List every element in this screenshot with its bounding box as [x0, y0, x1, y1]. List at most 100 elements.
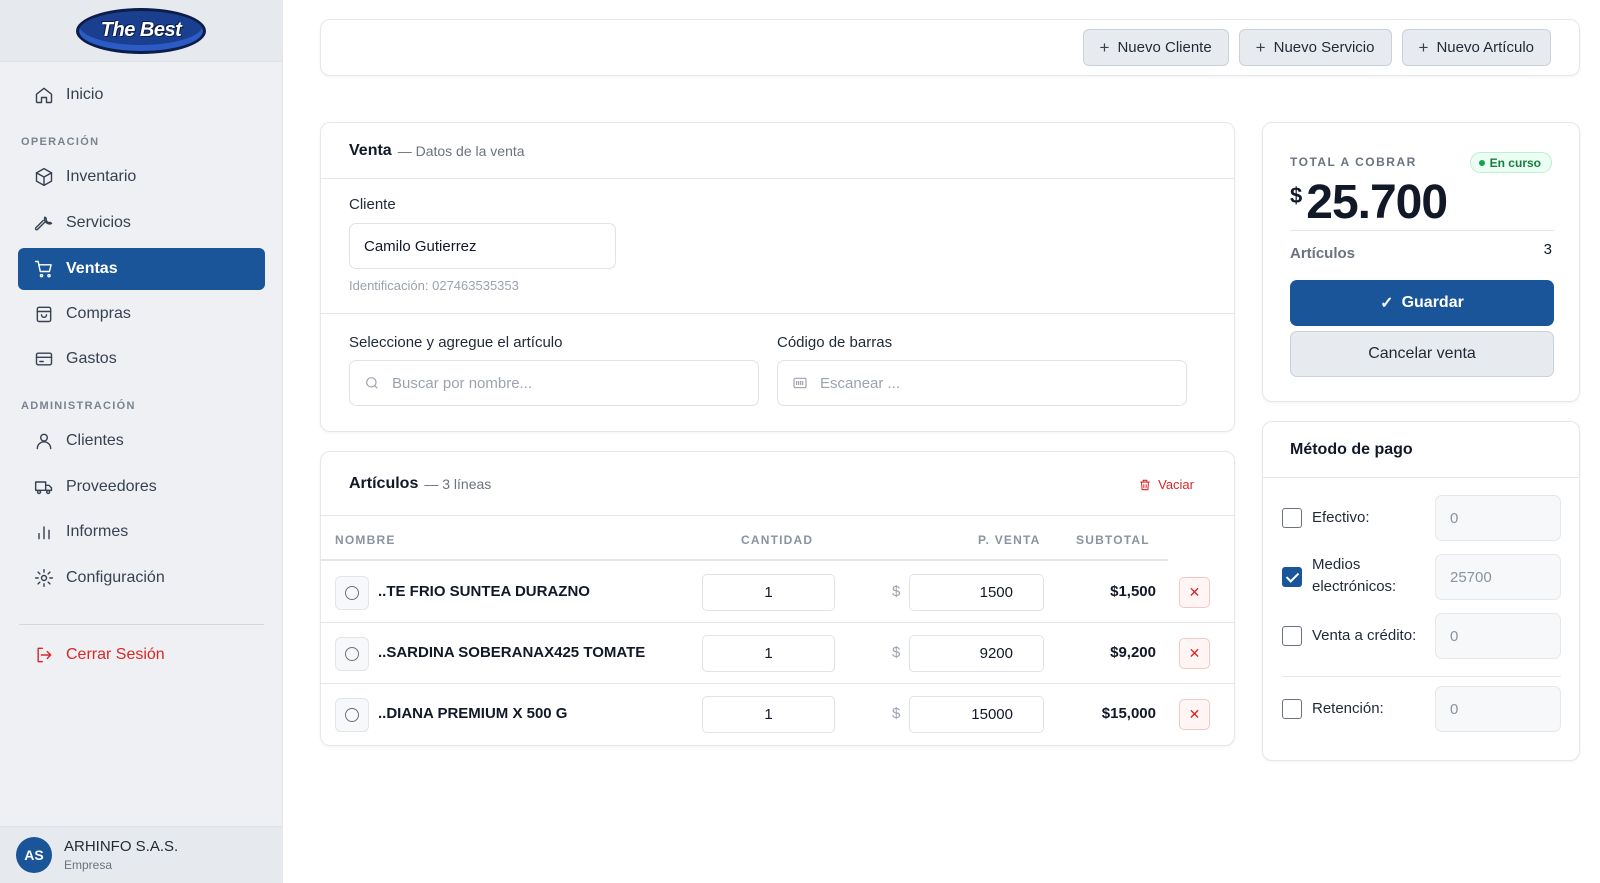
save-label: Guardar	[1401, 294, 1464, 311]
total-currency: $	[1290, 183, 1303, 208]
sidebar-footer[interactable]: AS ARHINFO S.A.S. Empresa	[0, 826, 283, 883]
sale-card-subtitle: — Datos de la venta	[397, 142, 525, 159]
sidebar-item-servicios[interactable]: Servicios	[18, 202, 265, 244]
credit-label: Venta a crédito:	[1312, 627, 1417, 644]
sidebar-item-clientes[interactable]: Clientes	[18, 420, 265, 462]
sidebar-item-label: Configuración	[66, 569, 165, 586]
sidebar-item-label: Servicios	[66, 214, 131, 231]
sidebar-item-label: Ventas	[66, 260, 118, 277]
trash-icon	[1140, 479, 1150, 490]
new-service-label: Nuevo Servicio	[1273, 39, 1375, 56]
row-quantity-input[interactable]: 1	[702, 696, 835, 733]
new-service-button[interactable]: + Nuevo Servicio	[1238, 29, 1392, 66]
electronic-checkbox[interactable]	[1282, 567, 1302, 587]
row-delete-button[interactable]: ✕	[1179, 577, 1210, 608]
close-icon: ✕	[1188, 584, 1201, 600]
client-field[interactable]: Camilo Gutierrez	[349, 223, 616, 269]
sidebar-item-proveedores[interactable]: Proveedores	[18, 466, 265, 508]
column-header-quantity: CANTIDAD	[741, 533, 814, 547]
box-icon	[35, 167, 53, 187]
total-label: TOTAL A COBRAR	[1290, 155, 1417, 169]
sidebar-item-inventario[interactable]: Inventario	[18, 156, 265, 198]
sidebar-item-inicio[interactable]: Inicio	[18, 74, 265, 116]
search-icon	[366, 377, 378, 389]
barcode-label: Código de barras	[777, 334, 893, 351]
sale-data-card: Venta — Datos de la venta Cliente Camilo…	[320, 122, 1235, 432]
row-currency-symbol: $	[892, 644, 901, 661]
sidebar-item-label: Informes	[66, 523, 129, 540]
credit-checkbox[interactable]	[1282, 626, 1302, 646]
row-price-input[interactable]: 15000	[909, 696, 1044, 733]
new-article-label: Nuevo Artículo	[1436, 39, 1534, 56]
article-search-input[interactable]: Buscar por nombre...	[349, 360, 759, 406]
payment-method-card: Método de pago Efectivo: 0 Medios electr…	[1262, 421, 1580, 761]
status-text: En curso	[1489, 155, 1541, 170]
clear-articles-button[interactable]: Vaciar	[1138, 477, 1194, 492]
sidebar-item-configuracion[interactable]: Configuración	[18, 557, 265, 599]
radio-circle-icon	[345, 708, 359, 722]
row-product-name: ..DIANA PREMIUM X 500 G	[378, 705, 568, 722]
close-icon: ✕	[1188, 645, 1201, 661]
sidebar-divider	[19, 624, 264, 625]
brand-logo-text: The Best	[100, 19, 182, 41]
row-price-input[interactable]: 9200	[909, 635, 1044, 672]
row-quantity-input[interactable]: 1	[702, 574, 835, 611]
select-article-label: Seleccione y agregue el artículo	[349, 334, 563, 351]
top-action-bar: + Nuevo Cliente + Nuevo Servicio + Nuevo…	[320, 19, 1580, 76]
row-quantity-input[interactable]: 1	[702, 635, 835, 672]
items-count-label: Artículos	[1290, 245, 1356, 262]
company-name: ARHINFO S.A.S.	[64, 838, 179, 855]
retention-amount-input[interactable]: 0	[1435, 686, 1561, 732]
articles-card-header: Artículos — 3 líneas	[321, 452, 1234, 516]
row-select-toggle[interactable]	[335, 637, 369, 671]
plus-icon: +	[1099, 37, 1110, 57]
logout-icon	[37, 647, 52, 663]
items-count-value: 3	[1543, 241, 1552, 258]
plus-icon: +	[1418, 37, 1429, 57]
status-badge: En curso	[1469, 152, 1552, 173]
section-label-administracion: ADMINISTRACIÓN	[21, 400, 136, 412]
row-select-toggle[interactable]	[335, 576, 369, 610]
new-client-button[interactable]: + Nuevo Cliente	[1082, 29, 1229, 66]
row-delete-button[interactable]: ✕	[1179, 638, 1210, 669]
company-role: Empresa	[64, 858, 113, 872]
barcode-icon	[793, 377, 807, 389]
barcode-input[interactable]: Escanear ...	[777, 360, 1187, 406]
sidebar-item-label: Proveedores	[66, 478, 157, 495]
sidebar-item-ventas[interactable]: Ventas	[18, 248, 265, 290]
status-dot-icon	[1478, 159, 1485, 166]
column-header-price: P. VENTA	[978, 533, 1041, 547]
column-header-name: NOMBRE	[335, 533, 396, 547]
total-card: TOTAL A COBRAR En curso $ 25.700 Artícul…	[1262, 122, 1580, 402]
sidebar-item-logout[interactable]: Cerrar Sesión	[18, 634, 265, 676]
row-subtotal: $9,200	[1110, 644, 1156, 661]
brand-logo[interactable]: The Best	[76, 7, 206, 54]
electronic-amount-input[interactable]: 25700	[1435, 554, 1561, 600]
section-label-operacion: OPERACIÓN	[21, 136, 100, 148]
sidebar-item-informes[interactable]: Informes	[18, 511, 265, 553]
sidebar: The Best Inicio OPERACIÓN Inventario Ser…	[0, 0, 283, 883]
cancel-sale-button[interactable]: Cancelar venta	[1290, 331, 1554, 377]
sidebar-item-gastos[interactable]: Gastos	[18, 338, 265, 380]
wrench-icon	[34, 216, 53, 231]
credit-amount-input[interactable]: 0	[1435, 613, 1561, 659]
cash-checkbox[interactable]	[1282, 508, 1302, 528]
retention-label: Retención:	[1312, 700, 1384, 717]
new-article-button[interactable]: + Nuevo Artículo	[1401, 29, 1551, 66]
retention-checkbox[interactable]	[1282, 699, 1302, 719]
row-price-input[interactable]: 1500	[909, 574, 1044, 611]
user-icon	[36, 433, 52, 450]
row-delete-button[interactable]: ✕	[1179, 699, 1210, 730]
radio-circle-icon	[345, 647, 359, 661]
payment-divider	[1282, 676, 1561, 677]
sidebar-item-label: Compras	[66, 305, 131, 322]
home-icon	[35, 87, 53, 104]
table-row: ..SARDINA SOBERANAX425 TOMATE 1 $ 9200 $…	[321, 623, 1234, 684]
row-select-toggle[interactable]	[335, 698, 369, 732]
sidebar-item-compras[interactable]: Compras	[18, 293, 265, 335]
payment-method-title: Método de pago	[1263, 422, 1579, 478]
client-label: Cliente	[349, 196, 396, 213]
cash-amount-input[interactable]: 0	[1435, 495, 1561, 541]
save-button[interactable]: ✓ Guardar	[1290, 280, 1554, 326]
total-divider	[1290, 230, 1554, 231]
